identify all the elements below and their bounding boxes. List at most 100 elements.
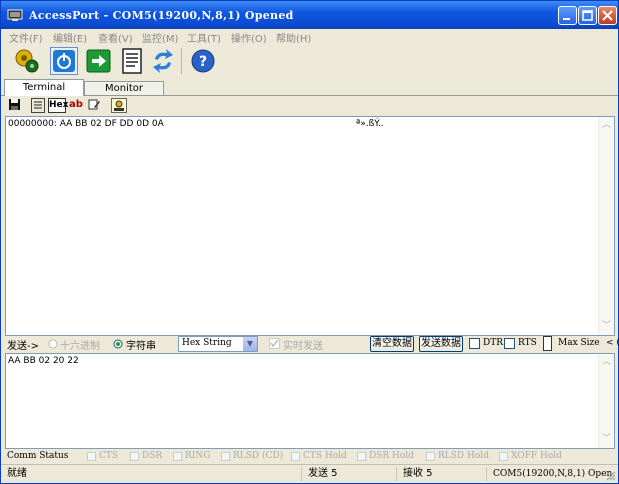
open-close-port-button[interactable]	[50, 47, 78, 75]
menu-view[interactable]: 查看(V)	[98, 30, 133, 45]
main-toolbar: ?	[3, 45, 617, 79]
status-received-count: 接收 5	[396, 467, 486, 481]
display-mode-button[interactable]	[31, 98, 45, 113]
tab-terminal[interactable]: Terminal	[4, 79, 84, 96]
menu-operate[interactable]: 操作(O)	[231, 30, 267, 45]
rlsd-label: RLSD (CD)	[233, 451, 284, 461]
save-button[interactable]	[7, 98, 21, 113]
window-title: AccessPort - COM5(19200,N,8,1) Opened	[29, 9, 294, 22]
receive-hex-line: 00000000: AA BB 02 DF DD 0D 0A	[8, 119, 164, 129]
app-window: AccessPort - COM5(19200,N,8,1) Opened 文件…	[0, 0, 619, 484]
status-bar: 就绪 发送 5 接收 5 COM5(19200,N,8,1) Open	[1, 464, 618, 484]
xoff-hold-indicator	[499, 452, 508, 461]
menu-bar: 文件(F) 编辑(E) 查看(V) 监控(M) 工具(T) 操作(O) 帮助(H…	[1, 29, 618, 45]
refresh-button[interactable]	[149, 47, 177, 75]
send-options-bar: 发送-> 十六进制 字符串 Hex String ▼ 实时发送 清空数据 发送数…	[1, 335, 619, 353]
xoff-hold-label: XOFF Hold	[511, 451, 562, 461]
close-icon	[602, 10, 613, 21]
cts-hold-indicator	[291, 452, 300, 461]
pencil-icon	[88, 99, 100, 110]
max-size-label: Max Size	[558, 338, 600, 348]
chevron-down-icon[interactable]: ▼	[243, 337, 257, 351]
menu-tools[interactable]: 工具(T)	[187, 30, 221, 45]
dsr-hold-label: DSR Hold	[369, 451, 414, 461]
connect-button[interactable]	[85, 47, 113, 75]
close-button[interactable]	[598, 6, 617, 25]
list-view-icon	[34, 101, 42, 109]
hex-toggle-button[interactable]: Hex	[48, 98, 68, 113]
edit-button[interactable]	[87, 98, 101, 113]
send-data-button[interactable]: 发送数据	[419, 336, 463, 352]
receive-panel[interactable]: 00000000: AA BB 02 DF DD 0D 0A ª».ßÝ.. ︿…	[5, 116, 615, 336]
resize-grip-icon[interactable]	[606, 471, 616, 481]
rts-checkbox[interactable]	[504, 338, 515, 349]
maximize-icon	[582, 10, 593, 21]
cts-label: CTS	[99, 451, 119, 461]
document-icon	[122, 48, 142, 74]
notes-button[interactable]	[118, 47, 146, 75]
cts-indicator	[87, 452, 96, 461]
minimize-icon	[563, 18, 570, 20]
receive-ascii-line: ª».ßÝ..	[356, 119, 384, 129]
scroll-left-icon[interactable]: < (	[606, 338, 619, 348]
scroll-down-icon[interactable]: ﹀	[600, 320, 613, 333]
dsr-indicator	[130, 452, 139, 461]
radio-string[interactable]	[113, 339, 123, 349]
tab-strip: Terminal Monitor	[1, 79, 618, 96]
rlsd-indicator	[221, 452, 230, 461]
rlsd-hold-label: RLSD Hold	[438, 451, 489, 461]
help-button[interactable]: ?	[189, 47, 217, 75]
dsr-label: DSR	[142, 451, 163, 461]
power-icon	[53, 50, 75, 72]
floppy-disk-icon	[8, 99, 20, 110]
toolbar-separator	[181, 48, 182, 74]
radio-string-label: 字符串	[126, 341, 156, 352]
status-port-info: COM5(19200,N,8,1) Open	[486, 467, 612, 481]
send-text[interactable]: AA BB 02 20 22	[8, 356, 79, 366]
app-icon	[7, 9, 23, 21]
cts-hold-label: CTS Hold	[303, 451, 347, 461]
realtime-send-label: 实时发送	[283, 341, 323, 352]
clear-receive-button[interactable]	[111, 98, 127, 113]
tab-monitor[interactable]: Monitor	[84, 81, 164, 95]
rts-label: RTS	[518, 338, 537, 348]
text-toggle-button[interactable]: ab	[68, 98, 84, 113]
terminal-toolbar: Hex ab	[1, 96, 618, 116]
gear-plug-icon	[15, 49, 39, 73]
scroll-up-icon[interactable]: ︿	[600, 119, 613, 132]
ring-label: RING	[185, 451, 211, 461]
rlsd-hold-indicator	[426, 452, 435, 461]
port-settings-button[interactable]	[13, 47, 41, 75]
menu-help[interactable]: 帮助(H)	[276, 30, 311, 45]
refresh-icon	[153, 49, 173, 73]
scroll-down-icon[interactable]: ﹀	[600, 433, 613, 446]
title-bar[interactable]: AccessPort - COM5(19200,N,8,1) Opened	[1, 1, 618, 29]
radio-hex[interactable]	[48, 339, 58, 349]
status-ready: 就绪	[7, 468, 27, 479]
format-select[interactable]: Hex String ▼	[178, 336, 258, 352]
send-label: 发送->	[7, 341, 39, 352]
clear-icon	[114, 100, 124, 111]
menu-monitor[interactable]: 监控(M)	[142, 30, 178, 45]
maximize-button[interactable]	[578, 6, 597, 25]
realtime-send-checkbox[interactable]	[269, 338, 280, 349]
ring-indicator	[173, 452, 182, 461]
status-sent-count: 发送 5	[301, 467, 396, 481]
clear-data-button[interactable]: 清空数据	[370, 336, 414, 352]
max-size-checkbox[interactable]	[543, 336, 552, 351]
checkmark-icon	[270, 339, 279, 348]
dtr-label: DTR	[483, 338, 503, 348]
receive-scrollbar[interactable]: ︿ ﹀	[598, 117, 614, 335]
scroll-up-icon[interactable]: ︿	[600, 356, 613, 369]
dsr-hold-indicator	[357, 452, 366, 461]
menu-file[interactable]: 文件(F)	[9, 30, 43, 45]
help-icon: ?	[191, 49, 215, 73]
comm-status-row: Comm Status CTS DSR RING RLSD (CD) CTS H…	[1, 449, 618, 463]
dtr-checkbox[interactable]	[469, 338, 480, 349]
send-scrollbar[interactable]: ︿ ﹀	[598, 354, 614, 448]
svg-text:?: ?	[199, 54, 207, 70]
menu-edit[interactable]: 编辑(E)	[53, 30, 87, 45]
send-panel[interactable]: AA BB 02 20 22 ︿ ﹀	[5, 353, 615, 449]
radio-hex-label: 十六进制	[60, 341, 100, 352]
minimize-button[interactable]	[558, 6, 577, 25]
